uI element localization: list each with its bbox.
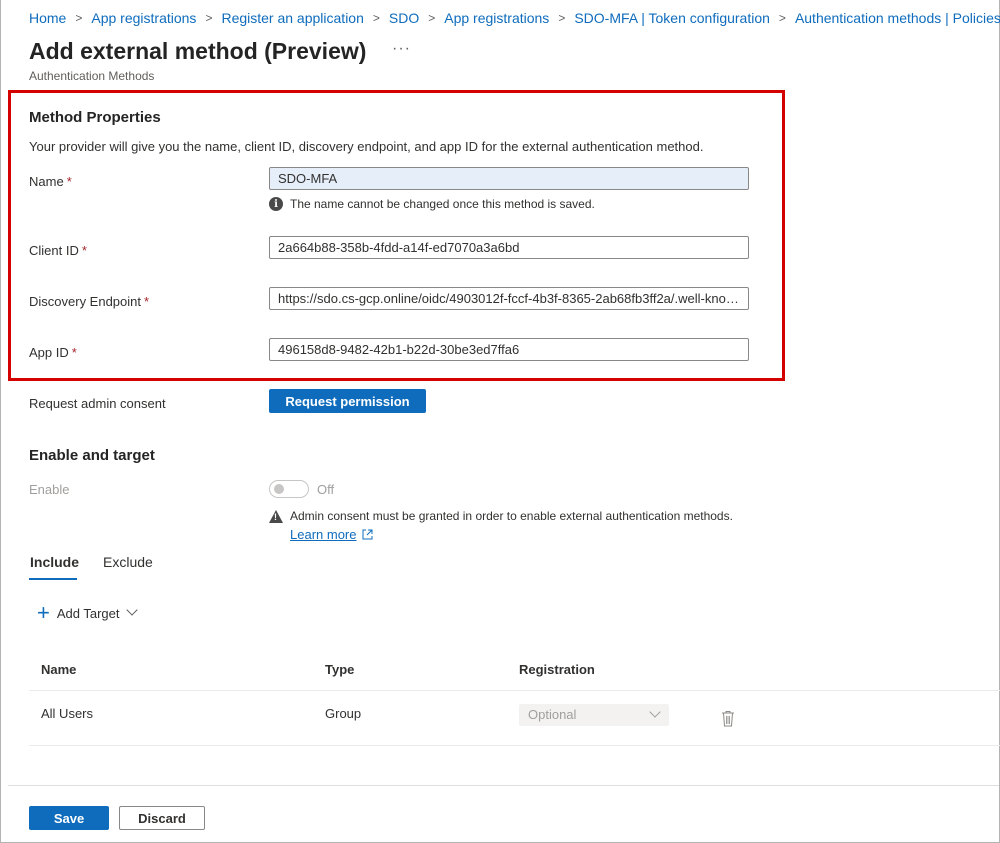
app-id-field[interactable]: 496158d8-9482-42b1-b22d-30be3ed7ffa6	[269, 338, 749, 361]
more-options-icon[interactable]: ···	[392, 40, 411, 58]
row-type-cell: Group	[325, 706, 362, 721]
discovery-endpoint-label: Discovery Endpoint *	[29, 294, 150, 309]
table-row-divider	[29, 745, 1000, 746]
required-marker: *	[144, 294, 150, 309]
name-label: Name *	[29, 174, 72, 189]
breadcrumb-home[interactable]: Home	[29, 10, 66, 26]
save-button[interactable]: Save	[29, 806, 109, 830]
external-link-icon	[362, 529, 373, 540]
warning-icon	[269, 509, 283, 523]
page-title: Add external method (Preview)	[29, 38, 367, 64]
toggle-knob	[274, 484, 284, 494]
footer-divider	[8, 785, 999, 786]
row-name-cell: All Users	[41, 706, 94, 721]
info-icon: i	[269, 197, 283, 211]
column-header-registration: Registration	[519, 662, 595, 677]
method-properties-heading: Method Properties	[29, 109, 161, 126]
request-permission-button[interactable]: Request permission	[269, 389, 426, 413]
enable-toggle[interactable]	[269, 480, 309, 498]
required-marker: *	[81, 243, 87, 258]
breadcrumb-app-registrations[interactable]: App registrations	[91, 10, 196, 26]
breadcrumb-app-registrations-2[interactable]: App registrations	[444, 10, 549, 26]
chevron-right-icon: >	[428, 11, 436, 25]
breadcrumb-auth-methods-policies[interactable]: Authentication methods | Policies	[795, 10, 1000, 26]
learn-more-link[interactable]: Learn more	[290, 527, 373, 542]
enable-target-heading: Enable and target	[29, 447, 155, 464]
admin-consent-warning: Admin consent must be granted in order t…	[269, 509, 733, 523]
chevron-right-icon: >	[372, 11, 380, 25]
discovery-endpoint-field[interactable]: https://sdo.cs-gcp.online/oidc/4903012f-…	[269, 287, 749, 310]
breadcrumb-token-configuration[interactable]: SDO-MFA | Token configuration	[574, 10, 770, 26]
toggle-state-text: Off	[317, 482, 335, 497]
table-divider	[29, 690, 1000, 691]
name-field: SDO-MFA	[269, 167, 749, 190]
breadcrumb-sdo[interactable]: SDO	[389, 10, 419, 26]
client-id-field[interactable]: 2a664b88-358b-4fdd-a14f-ed7070a3a6bd	[269, 236, 749, 259]
discard-button[interactable]: Discard	[119, 806, 205, 830]
tab-underline	[29, 578, 77, 580]
tab-include[interactable]: Include	[30, 554, 79, 570]
column-header-type: Type	[325, 662, 355, 677]
chevron-right-icon: >	[558, 11, 566, 25]
chevron-down-icon	[125, 604, 138, 616]
page-subtitle: Authentication Methods	[29, 69, 155, 83]
column-header-name: Name	[41, 662, 77, 677]
plus-icon: +	[37, 600, 50, 625]
method-properties-description: Your provider will give you the name, cl…	[29, 139, 704, 154]
enable-label: Enable	[29, 482, 70, 497]
app-id-label: App ID *	[29, 345, 77, 360]
add-target-button[interactable]: + Add Target	[37, 600, 138, 625]
chevron-right-icon: >	[778, 11, 786, 25]
chevron-right-icon: >	[75, 11, 83, 25]
breadcrumb: Home > App registrations > Register an a…	[29, 10, 1000, 26]
request-admin-consent-label: Request admin consent	[29, 396, 166, 411]
registration-dropdown[interactable]: Optional	[519, 704, 669, 726]
client-id-label: Client ID *	[29, 243, 87, 258]
delete-icon[interactable]	[721, 710, 735, 727]
breadcrumb-register-application[interactable]: Register an application	[221, 10, 363, 26]
chevron-right-icon: >	[205, 11, 213, 25]
required-marker: *	[66, 174, 72, 189]
name-note: i The name cannot be changed once this m…	[269, 197, 595, 211]
required-marker: *	[71, 345, 77, 360]
chevron-down-icon	[649, 706, 661, 718]
tab-exclude[interactable]: Exclude	[103, 554, 153, 570]
